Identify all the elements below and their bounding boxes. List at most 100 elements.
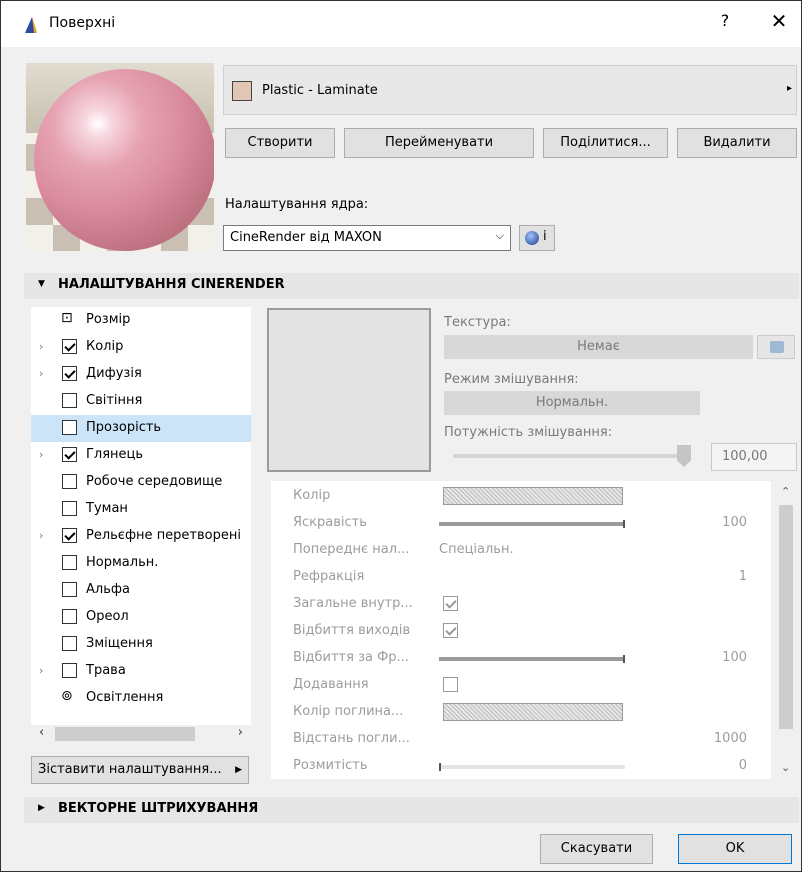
tree-item-checkbox[interactable] <box>62 393 77 408</box>
cinerender-icon <box>525 231 539 245</box>
parameter-slider[interactable] <box>439 655 625 663</box>
close-button[interactable]: ✕ <box>767 9 791 33</box>
rename-button[interactable]: Перейменувати <box>344 128 534 158</box>
collapse-triangle-icon: ▼ <box>38 279 45 289</box>
tree-item-checkbox[interactable] <box>62 501 77 516</box>
blend-mode-dropdown[interactable]: Нормальн. <box>444 391 700 415</box>
parameter-checkbox[interactable] <box>443 596 458 611</box>
tree-item[interactable]: Зміщення <box>31 631 251 658</box>
color-swatch[interactable] <box>443 487 623 505</box>
channel-tree: ⊡ Розмір › Колір › Дифузія Світіння Прозорість ›… <box>31 307 251 725</box>
tree-item-label: Глянець <box>86 447 144 462</box>
render-engine-dropdown[interactable]: CineRender від MAXON ⌵ <box>223 225 511 251</box>
archicad-icon <box>25 17 37 33</box>
blend-mode-label: Режим змішування: <box>444 372 579 387</box>
tree-item-checkbox[interactable] <box>62 636 77 651</box>
texture-browse-icon[interactable] <box>757 335 795 359</box>
color-swatch[interactable] <box>443 703 623 721</box>
section-title: НАЛАШТУВАННЯ CINERENDER <box>58 277 285 292</box>
parameter-row: Додавання <box>271 672 771 699</box>
parameter-number[interactable]: 0 <box>739 758 747 773</box>
scroll-down-icon[interactable]: ⌄ <box>781 761 790 774</box>
scroll-right-icon[interactable]: › <box>238 725 243 740</box>
tree-item-checkbox[interactable] <box>62 609 77 624</box>
tree-item[interactable]: ⊡ Розмір <box>31 307 251 334</box>
render-engine-value: CineRender від MAXON <box>230 230 382 245</box>
expand-chevron-icon[interactable]: › <box>39 664 43 677</box>
tree-item[interactable]: Робоче середовище <box>31 469 251 496</box>
texture-label: Текстура: <box>444 315 511 330</box>
tree-item[interactable]: Прозорість <box>31 415 251 442</box>
create-button[interactable]: Створити <box>225 128 335 158</box>
scroll-up-icon[interactable]: ⌃ <box>781 485 790 498</box>
tree-item-checkbox[interactable] <box>62 447 77 462</box>
tree-item[interactable]: › Глянець <box>31 442 251 469</box>
tree-item-checkbox[interactable] <box>62 528 77 543</box>
cancel-button[interactable]: Скасувати <box>540 834 653 864</box>
tree-item[interactable]: Нормальн. <box>31 550 251 577</box>
parameters-vertical-scrollbar[interactable]: ⌃ ⌄ <box>775 481 797 779</box>
engine-info-button[interactable]: i <box>519 225 555 251</box>
parameter-number[interactable]: 100 <box>722 650 747 665</box>
share-button[interactable]: Поділитися... <box>543 128 668 158</box>
title-bar: Поверхні ? ✕ <box>1 1 801 47</box>
parameter-slider[interactable] <box>439 763 625 771</box>
tree-item-checkbox[interactable] <box>62 555 77 570</box>
material-selector[interactable]: Plastic - Laminate ▸ <box>223 65 797 115</box>
expand-chevron-icon[interactable]: › <box>39 340 43 353</box>
tree-item[interactable]: › Рельєфне перетворені <box>31 523 251 550</box>
tree-item-icon: ⊡ <box>61 310 73 326</box>
expand-chevron-icon[interactable]: › <box>39 367 43 380</box>
tree-item-checkbox[interactable] <box>62 474 77 489</box>
parameter-name: Яскравість <box>293 515 367 530</box>
tree-item-label: Колір <box>86 339 124 354</box>
tree-item[interactable]: ⊚ Освітлення <box>31 685 251 712</box>
tree-item[interactable]: Світіння <box>31 388 251 415</box>
parameter-name: Відбиття за Фр... <box>293 650 409 665</box>
tree-horizontal-scrollbar[interactable]: ‹ › <box>31 725 251 743</box>
parameter-checkbox[interactable] <box>443 623 458 638</box>
parameter-number[interactable]: 1000 <box>714 731 747 746</box>
tree-item[interactable]: Альфа <box>31 577 251 604</box>
cinerender-section-header[interactable]: ▼ НАЛАШТУВАННЯ CINERENDER <box>24 273 799 299</box>
tree-item-label: Дифузія <box>86 366 142 381</box>
expand-chevron-icon[interactable]: › <box>39 529 43 542</box>
parameter-number[interactable]: 100 <box>722 515 747 530</box>
blend-strength-thumb[interactable] <box>677 445 691 467</box>
tree-item-checkbox[interactable] <box>62 663 77 678</box>
match-settings-button[interactable]: Зіставити налаштування... ▶ <box>31 756 249 784</box>
blend-strength-field[interactable]: 100,00 <box>711 443 797 471</box>
tree-item[interactable]: › Колір <box>31 334 251 361</box>
delete-button[interactable]: Видалити <box>677 128 797 158</box>
parameter-checkbox[interactable] <box>443 677 458 692</box>
parameters-list: Колір Яскравість 100 Попереднє нал... Спеціа… <box>271 481 771 779</box>
tree-item-checkbox[interactable] <box>62 366 77 381</box>
scroll-thumb[interactable] <box>55 727 195 741</box>
blend-strength-slider[interactable] <box>453 454 691 458</box>
scroll-left-icon[interactable]: ‹ <box>39 725 44 740</box>
tree-item-checkbox[interactable] <box>62 339 77 354</box>
tree-item-label: Ореол <box>86 609 129 624</box>
tree-item[interactable]: › Трава <box>31 658 251 685</box>
parameter-number[interactable]: 1 <box>739 569 747 584</box>
expand-chevron-icon[interactable]: › <box>39 448 43 461</box>
chevron-right-icon: ▸ <box>786 83 792 94</box>
ok-button[interactable]: OK <box>678 834 792 864</box>
parameter-row: Попереднє нал... Спеціальн. <box>271 537 771 564</box>
tree-item-label: Розмір <box>86 312 131 327</box>
tree-item[interactable]: Ореол <box>31 604 251 631</box>
tree-item-checkbox[interactable] <box>62 420 77 435</box>
parameter-slider[interactable] <box>439 520 625 528</box>
tree-item-label: Світіння <box>86 393 143 408</box>
parameter-value[interactable]: Спеціальн. <box>439 542 514 557</box>
scroll-thumb[interactable] <box>779 505 793 729</box>
info-icon: i <box>543 229 547 244</box>
tree-item-checkbox[interactable] <box>62 582 77 597</box>
texture-field[interactable]: Немає <box>444 335 753 359</box>
tree-item[interactable]: Туман <box>31 496 251 523</box>
vector-hatching-section-header[interactable]: ▶ ВЕКТОРНЕ ШТРИХУВАННЯ <box>24 797 799 823</box>
parameter-row: Відбиття за Фр... 100 <box>271 645 771 672</box>
help-button[interactable]: ? <box>715 11 735 30</box>
parameter-name: Колір поглина... <box>293 704 404 719</box>
tree-item[interactable]: › Дифузія <box>31 361 251 388</box>
